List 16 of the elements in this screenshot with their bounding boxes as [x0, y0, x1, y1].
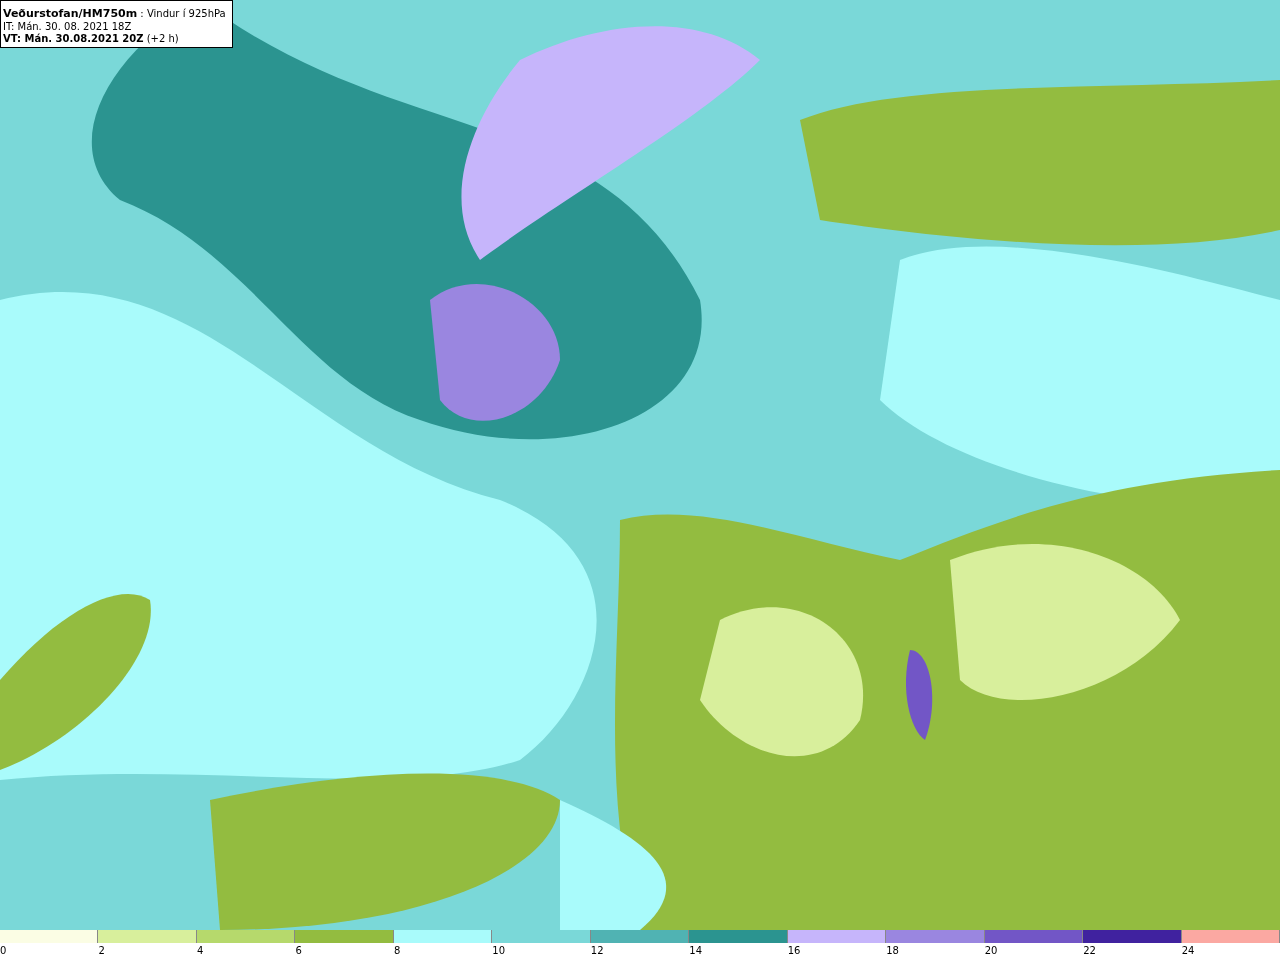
valid-time: VT: Mán. 30.08.2021 20Z (+2 h): [3, 33, 180, 45]
legend-tick-label: 22: [1083, 944, 1097, 958]
legend-tick-label: 6: [295, 944, 303, 958]
legend-tick-label: 2: [98, 944, 106, 958]
legend-tick-label: 12: [590, 944, 605, 958]
legend-tick-label: 4: [196, 944, 205, 958]
legend-tick-label: 20: [984, 944, 999, 958]
legend-tick-label: 0: [0, 944, 8, 958]
legend-tick-label: 14: [689, 944, 703, 958]
legend-tick-label: 10: [492, 944, 507, 958]
issue-time: IT: Mán. 30. 08. 2021 18Z: [3, 21, 133, 33]
map-title: Veðurstofan/HM750m : Vindur í 925hPa: [3, 7, 226, 21]
legend-tick-label: 18: [886, 944, 900, 958]
legend-tick-label: 16: [787, 944, 802, 958]
legend-tick-label: 8: [393, 944, 402, 958]
legend-tick-label: 24: [1181, 944, 1196, 958]
